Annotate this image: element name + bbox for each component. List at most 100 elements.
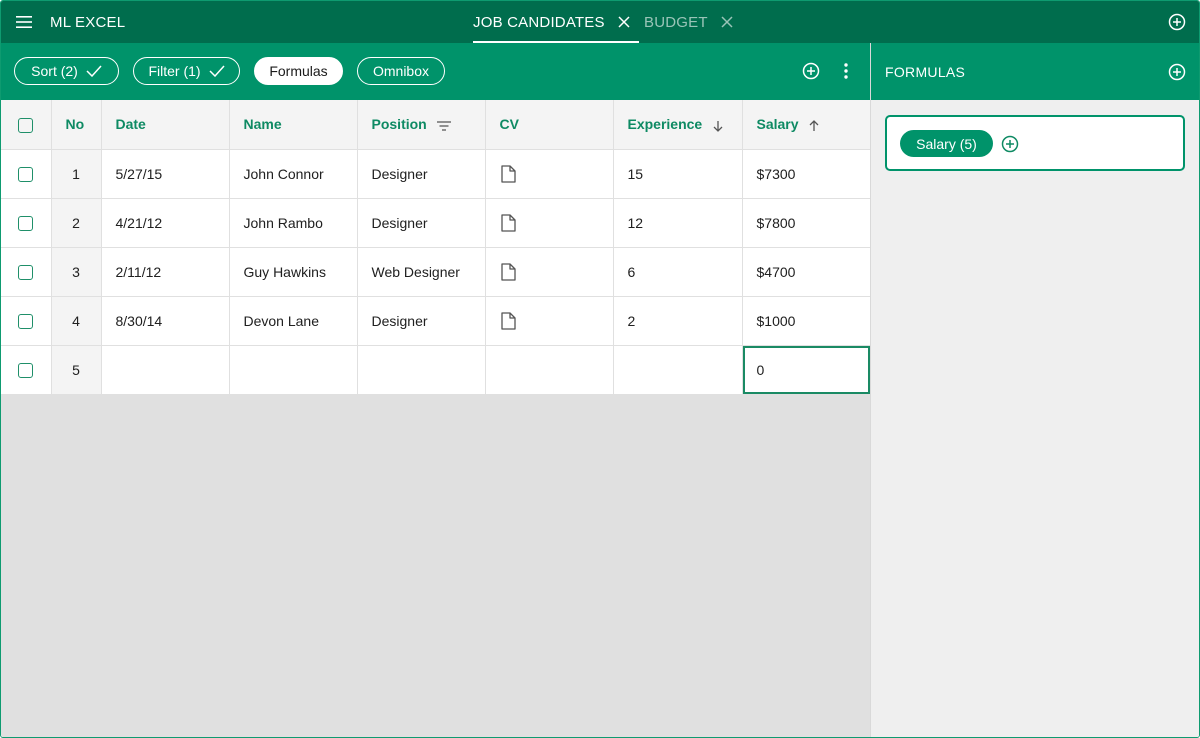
header-position[interactable]: Position — [357, 100, 486, 150]
cell-date[interactable] — [101, 345, 230, 395]
document-icon[interactable] — [500, 311, 516, 330]
cell-name[interactable]: John Connor — [229, 149, 358, 199]
sort-chip[interactable]: Sort (2) — [14, 57, 119, 85]
cell-salary-active[interactable]: 0 — [742, 345, 871, 395]
table-row: 3 2/11/12 Guy Hawkins Web Designer 6 $47… — [1, 247, 871, 297]
tab-budget[interactable]: BUDGET — [644, 1, 734, 43]
cell-name[interactable] — [229, 345, 358, 395]
header-label: Name — [243, 116, 282, 133]
header-label: Salary — [756, 116, 799, 133]
cell-no: 2 — [51, 198, 102, 248]
add-circle-icon[interactable] — [802, 62, 820, 80]
header-name[interactable]: Name — [229, 100, 358, 150]
cell-experience[interactable] — [613, 345, 743, 395]
cell-position[interactable]: Designer — [357, 149, 486, 199]
header-label: Date — [115, 116, 146, 133]
cell-name[interactable]: Devon Lane — [229, 296, 358, 346]
app-window: ML EXCEL JOB CANDIDATES BUDGET Sort (2) — [0, 0, 1200, 738]
toolbar: Sort (2) Filter (1) Formulas Omnibox — [1, 43, 870, 100]
cell-date[interactable]: 5/27/15 — [101, 149, 230, 199]
chip-label: Salary (5) — [916, 135, 977, 152]
table-row: 5 0 — [1, 345, 871, 395]
cell-no: 4 — [51, 296, 102, 346]
row-select[interactable] — [1, 296, 52, 346]
document-icon[interactable] — [500, 213, 516, 232]
header-experience[interactable]: Experience — [613, 100, 743, 150]
check-icon — [86, 65, 102, 77]
cell-date[interactable]: 2/11/12 — [101, 247, 230, 297]
row-select[interactable] — [1, 198, 52, 248]
cell-salary[interactable]: $7800 — [742, 198, 871, 248]
add-circle-icon[interactable] — [1168, 63, 1186, 81]
filter-chip[interactable]: Filter (1) — [133, 57, 240, 85]
checkbox[interactable] — [18, 166, 34, 182]
arrow-up-icon[interactable] — [808, 119, 820, 132]
cell-cv[interactable] — [485, 247, 614, 297]
cell-experience[interactable]: 6 — [613, 247, 743, 297]
tab-job-candidates[interactable]: JOB CANDIDATES — [473, 1, 639, 43]
add-circle-icon[interactable] — [1001, 135, 1019, 153]
row-select[interactable] — [1, 149, 52, 199]
checkbox[interactable] — [18, 313, 34, 329]
more-vertical-icon[interactable] — [839, 62, 853, 80]
cell-experience[interactable]: 2 — [613, 296, 743, 346]
salary-formula-chip[interactable]: Salary (5) — [900, 130, 993, 157]
header-date[interactable]: Date — [101, 100, 230, 150]
header-select-all[interactable] — [1, 100, 52, 150]
checkbox[interactable] — [18, 117, 34, 133]
cell-no: 5 — [51, 345, 102, 395]
omnibox-chip[interactable]: Omnibox — [357, 57, 445, 85]
cell-no: 1 — [51, 149, 102, 199]
cell-date[interactable]: 8/30/14 — [101, 296, 230, 346]
header-label: CV — [499, 116, 519, 133]
tab-label: JOB CANDIDATES — [473, 13, 605, 31]
cell-no: 3 — [51, 247, 102, 297]
cell-name[interactable]: John Rambo — [229, 198, 358, 248]
header-label: No — [65, 116, 85, 133]
cell-name[interactable]: Guy Hawkins — [229, 247, 358, 297]
cell-position[interactable]: Designer — [357, 198, 486, 248]
table-row: 1 5/27/15 John Connor Designer 15 $7300 — [1, 149, 871, 199]
close-icon[interactable] — [617, 15, 631, 29]
header-salary[interactable]: Salary — [742, 100, 871, 150]
checkbox[interactable] — [18, 362, 34, 378]
add-circle-icon[interactable] — [1168, 13, 1186, 31]
table-header-row: No Date Name Position CV Experience Sala… — [1, 100, 871, 150]
cell-experience[interactable]: 12 — [613, 198, 743, 248]
row-select[interactable] — [1, 345, 52, 395]
header-label: Position — [371, 116, 427, 133]
cell-position[interactable]: Designer — [357, 296, 486, 346]
cell-cv[interactable] — [485, 149, 614, 199]
cell-position[interactable] — [357, 345, 486, 395]
formulas-panel-body: Salary (5) — [871, 100, 1199, 737]
cell-cv[interactable] — [485, 345, 614, 395]
filter-lines-icon[interactable] — [436, 120, 451, 131]
header-cv[interactable]: CV — [485, 100, 614, 150]
table-row: 2 4/21/12 John Rambo Designer 12 $7800 — [1, 198, 871, 248]
arrow-down-icon[interactable] — [712, 120, 724, 132]
document-icon[interactable] — [500, 164, 516, 183]
panel-title: FORMULAS — [885, 64, 966, 80]
header-no[interactable]: No — [51, 100, 102, 150]
document-icon[interactable] — [500, 262, 516, 281]
formulas-chip[interactable]: Formulas — [254, 57, 343, 85]
cell-cv[interactable] — [485, 198, 614, 248]
cell-salary[interactable]: $7300 — [742, 149, 871, 199]
cell-experience[interactable]: 15 — [613, 149, 743, 199]
cell-cv[interactable] — [485, 296, 614, 346]
cell-date[interactable]: 4/21/12 — [101, 198, 230, 248]
top-bar: ML EXCEL JOB CANDIDATES BUDGET — [1, 1, 1199, 43]
row-select[interactable] — [1, 247, 52, 297]
cell-salary[interactable]: $4700 — [742, 247, 871, 297]
formula-box[interactable]: Salary (5) — [885, 115, 1185, 171]
hamburger-icon[interactable] — [15, 13, 35, 31]
app-title: ML EXCEL — [50, 14, 126, 31]
candidates-table: No Date Name Position CV Experience Sala… — [1, 100, 871, 395]
close-icon[interactable] — [720, 15, 734, 29]
check-icon — [209, 65, 225, 77]
checkbox[interactable] — [18, 264, 34, 280]
cell-salary[interactable]: $1000 — [742, 296, 871, 346]
checkbox[interactable] — [18, 215, 34, 231]
chip-label: Formulas — [269, 63, 328, 79]
cell-position[interactable]: Web Designer — [357, 247, 486, 297]
